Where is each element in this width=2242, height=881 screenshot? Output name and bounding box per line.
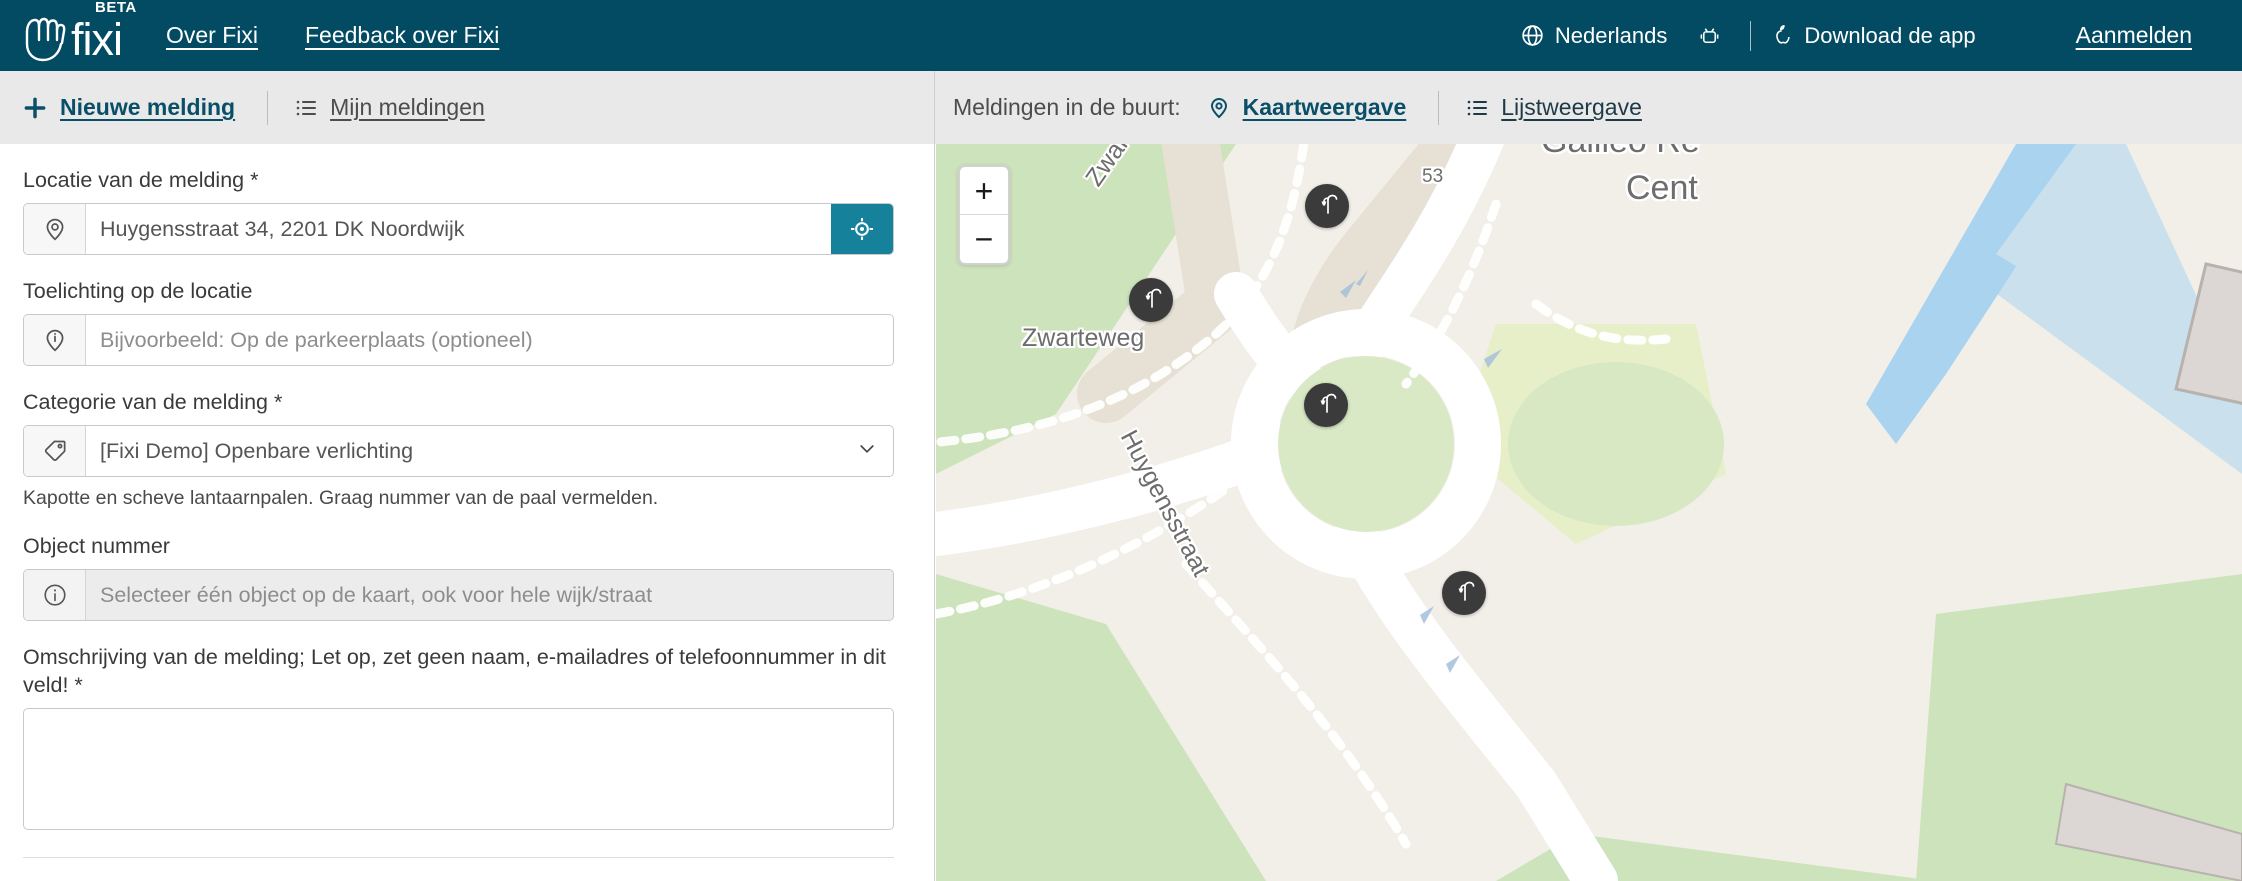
zoom-out-button[interactable]: − xyxy=(960,215,1008,263)
toelichting-input[interactable] xyxy=(86,315,893,365)
map-pin-icon xyxy=(24,204,86,254)
report-form-panel: Locatie van de melding * Huygensstraat 3… xyxy=(0,144,935,881)
apple-icon xyxy=(1769,23,1794,48)
field-object-nummer: Object nummer xyxy=(23,532,894,621)
language-label: Nederlands xyxy=(1554,22,1668,48)
locatie-label: Locatie van de melding * xyxy=(23,168,259,192)
locatie-input-row xyxy=(23,203,894,255)
logo-word: fixi xyxy=(71,13,123,65)
object-nummer-input-row xyxy=(23,569,894,621)
subnav: Nieuwe melding Mijn meldingen Meldingen … xyxy=(0,71,2242,144)
tab-kaartweergave[interactable]: Kaartweergave xyxy=(1207,94,1407,121)
categorie-help-text: Kapotte en scheve lantaarnpalen. Graag n… xyxy=(23,487,659,509)
locatie-input[interactable] xyxy=(86,204,831,254)
object-nummer-label: Object nummer xyxy=(23,534,170,558)
object-nummer-input[interactable] xyxy=(86,570,893,620)
map-zoom-control[interactable]: + − xyxy=(958,165,1010,265)
subnav-divider xyxy=(267,90,269,125)
categorie-select[interactable]: [Fixi Demo] Openbare verlichting xyxy=(86,426,893,476)
globe-icon xyxy=(1520,23,1545,48)
beta-badge: BETA xyxy=(95,0,137,16)
map-marker-streetlight[interactable] xyxy=(1304,383,1348,427)
top-header: BETA fixi Over Fixi Feedback over Fixi N… xyxy=(0,0,2242,71)
streetlight-icon xyxy=(1139,286,1163,315)
field-toelichting: Toelichting op de locatie xyxy=(23,277,894,366)
map-marker-streetlight[interactable] xyxy=(1442,571,1486,615)
locate-me-button[interactable] xyxy=(831,204,893,254)
tab-nieuwe-melding-label: Nieuwe melding xyxy=(60,94,236,120)
tab-lijstweergave-label: Lijstweergave xyxy=(1501,94,1642,120)
signin-link[interactable]: Aanmelden xyxy=(2076,22,2192,49)
map-pin-info-icon xyxy=(24,315,86,365)
tab-mijn-meldingen[interactable]: Mijn meldingen xyxy=(294,94,485,121)
list-icon xyxy=(1465,96,1489,120)
toelichting-label: Toelichting op de locatie xyxy=(23,279,253,303)
tag-icon xyxy=(24,426,86,476)
android-icon xyxy=(1697,23,1722,48)
map-pin-icon xyxy=(1207,96,1231,120)
download-app-label: Download de app xyxy=(1804,22,1976,48)
categorie-select-wrap: [Fixi Demo] Openbare verlichting xyxy=(86,426,893,476)
form-divider xyxy=(23,857,894,858)
subnav-left-group: Nieuwe melding Mijn meldingen xyxy=(0,71,935,144)
streetlight-icon xyxy=(1315,192,1339,221)
subnav-divider-2 xyxy=(1438,90,1440,125)
tab-mijn-meldingen-label: Mijn meldingen xyxy=(330,94,485,120)
omschrijving-textarea[interactable] xyxy=(23,708,894,830)
tab-lijstweergave[interactable]: Lijstweergave xyxy=(1465,94,1642,121)
language-selector[interactable]: Nederlands xyxy=(1520,22,1668,49)
subnav-right-group: Meldingen in de buurt: Kaartweergave Lij… xyxy=(935,71,2242,144)
streetlight-icon xyxy=(1314,391,1338,420)
map-tiles xyxy=(936,144,2242,881)
map-marker-streetlight[interactable] xyxy=(1305,184,1349,228)
android-download-link[interactable] xyxy=(1697,23,1732,48)
omschrijving-label: Omschrijving van de melding; Let op, zet… xyxy=(23,645,886,697)
map-marker-streetlight[interactable] xyxy=(1129,278,1173,322)
zoom-in-button[interactable]: + xyxy=(960,167,1008,215)
tab-kaartweergave-label: Kaartweergave xyxy=(1242,94,1407,120)
field-categorie: Categorie van de melding * [Fixi Demo] O… xyxy=(23,388,894,510)
categorie-input-row: [Fixi Demo] Openbare verlichting xyxy=(23,425,894,477)
header-right-group: Nederlands Download de app Aanmelden xyxy=(1520,20,2222,51)
nav-link-feedback-over-fixi[interactable]: Feedback over Fixi xyxy=(305,22,499,49)
tab-nieuwe-melding[interactable]: Nieuwe melding xyxy=(22,94,235,121)
field-locatie: Locatie van de melding * xyxy=(23,166,894,255)
fixi-wordmark: BETA fixi xyxy=(71,0,136,62)
nearby-reports-label: Meldingen in de buurt: xyxy=(953,94,1181,120)
apple-download-link[interactable]: Download de app xyxy=(1769,22,1976,49)
field-omschrijving: Omschrijving van de melding; Let op, zet… xyxy=(23,643,894,835)
categorie-label: Categorie van de melding * xyxy=(23,390,283,414)
map-view[interactable]: + − ZwartewegZwartewegHuygensstraatGalil… xyxy=(936,144,2242,881)
list-icon xyxy=(294,96,318,120)
fixi-logo[interactable]: BETA fixi xyxy=(17,0,136,62)
header-divider xyxy=(1750,20,1752,51)
nav-link-over-fixi[interactable]: Over Fixi xyxy=(166,22,258,49)
hand-logo-icon xyxy=(17,10,69,62)
streetlight-icon xyxy=(1452,579,1476,608)
info-circle-icon xyxy=(24,570,86,620)
toelichting-input-row xyxy=(23,314,894,366)
plus-icon xyxy=(22,95,48,121)
